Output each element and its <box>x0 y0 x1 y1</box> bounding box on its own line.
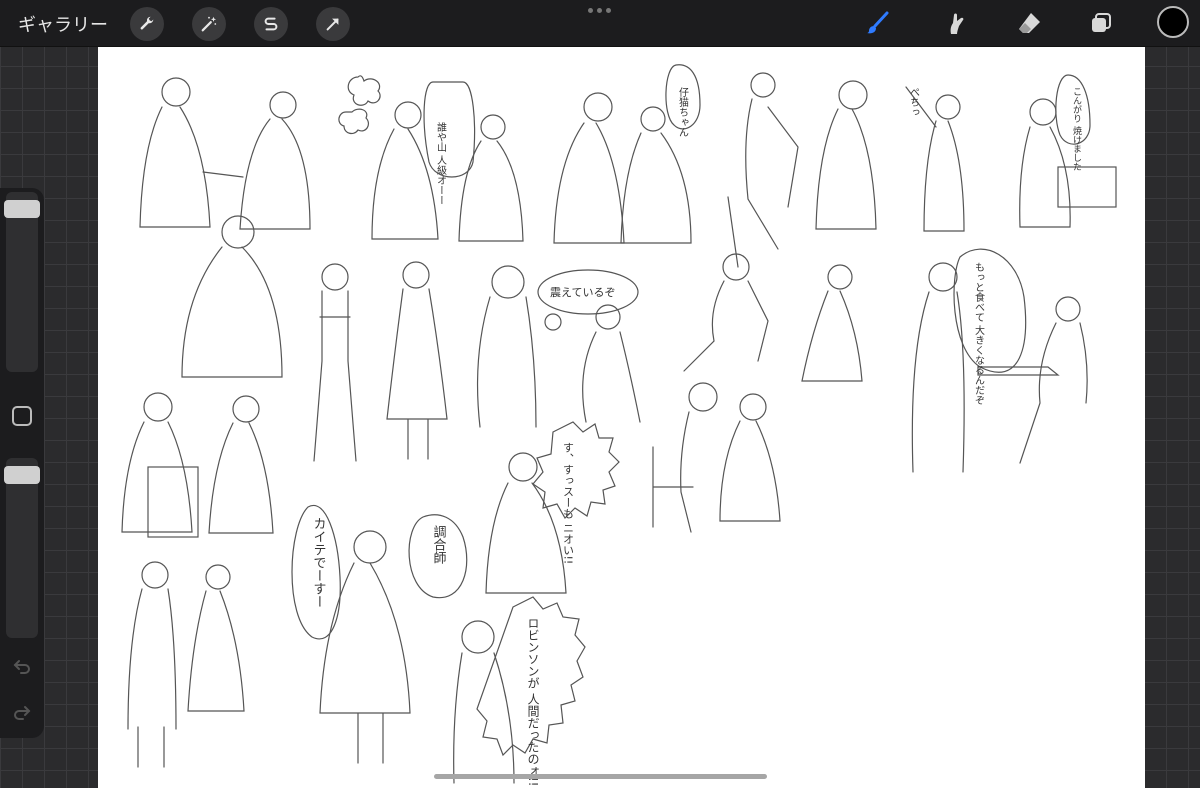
transform-button[interactable] <box>316 7 350 41</box>
sketch-couple-3 <box>553 92 692 244</box>
sketch-woman-flower <box>801 264 863 382</box>
modify-button[interactable] <box>12 406 32 426</box>
speech-bubble-text: 誰や山 人級オーー <box>435 121 447 205</box>
brush-tool-button[interactable] <box>861 8 895 38</box>
speech-bubble-text: こんがり 焼けました <box>1071 87 1082 171</box>
drag-handle[interactable] <box>588 8 611 13</box>
redo-icon <box>14 706 31 720</box>
speech-bubble-text: 仔猫ちゃん <box>677 87 689 137</box>
eraser-tool-button[interactable] <box>1012 8 1046 38</box>
sketch-figure-glasses <box>1019 98 1117 228</box>
color-picker-button[interactable] <box>1157 6 1189 38</box>
selection-button[interactable] <box>254 7 288 41</box>
speech-bubble-text: 震えているぞ <box>550 286 615 299</box>
speech-bubble-text: ぺちっ <box>908 87 920 117</box>
brush-size-slider-thumb[interactable] <box>4 200 40 219</box>
smudge-icon <box>950 13 964 34</box>
selection-s-icon <box>264 17 278 31</box>
left-sidebar <box>0 188 44 738</box>
handle-dot <box>597 8 602 13</box>
sketch-alchemist-girl <box>319 530 411 764</box>
gallery-button[interactable]: ギャラリー <box>18 11 108 37</box>
opacity-slider[interactable] <box>6 458 38 638</box>
layers-button[interactable] <box>1084 8 1118 38</box>
spiky-speech-bubble <box>532 421 620 519</box>
sketch-figure-sitting <box>745 72 799 250</box>
undo-button[interactable] <box>10 654 34 678</box>
sketch-hug <box>181 215 283 378</box>
home-indicator[interactable] <box>434 774 767 779</box>
speech-bubble-outline <box>953 248 1027 373</box>
top-toolbar: ギャラリー <box>0 0 1200 47</box>
adjustments-button[interactable] <box>192 7 226 41</box>
speech-bubble-text: もっと食べて 大きくなるんだぞ <box>973 262 985 405</box>
speech-bubble-outline <box>423 81 476 178</box>
undo-icon <box>13 660 30 674</box>
brush-size-slider[interactable] <box>6 192 38 372</box>
handle-dot <box>588 8 593 13</box>
sketch-couple-4 <box>815 80 965 232</box>
sketch-feeding-scene <box>911 262 1088 473</box>
sketch-couple-2 <box>371 101 524 242</box>
sketch-shocked-girl <box>453 620 515 784</box>
speech-bubble-text: す、すっスーも ニオい!! <box>562 442 575 565</box>
opacity-slider-thumb[interactable] <box>4 466 40 485</box>
sketch-couple-heart <box>121 392 274 538</box>
speech-bubble-text: カイテでーすー <box>311 517 326 608</box>
sketch-standing-woman <box>386 261 448 460</box>
speech-bubble-texts: 誰や山 人級オーー 仔猫ちゃん ぺちっ こんがり 焼けました 震えているぞ もっ… <box>311 87 1082 787</box>
sketch-kneeling-figure <box>683 196 769 372</box>
sketch-couple-bench <box>652 382 781 533</box>
brush-icon <box>867 11 889 34</box>
cloud-doodle <box>338 108 370 135</box>
layers-icon <box>1092 13 1111 32</box>
actions-button[interactable] <box>130 7 164 41</box>
sketch-standing-man <box>313 263 357 462</box>
drawing-canvas[interactable]: 誰や山 人級オーー 仔猫ちゃん ぺちっ こんがり 焼けました 震えているぞ もっ… <box>98 47 1145 788</box>
transform-arrow-icon <box>326 18 339 31</box>
smudge-tool-button[interactable] <box>938 8 972 38</box>
character-sketches <box>121 64 1117 784</box>
magic-wand-icon <box>201 16 217 32</box>
eraser-icon <box>1019 13 1040 33</box>
speech-bubble-text: ロビンソンが 人間だったのォ!! <box>526 617 540 786</box>
sketch-couple-1 <box>139 77 311 230</box>
sketch-artwork: 誰や山 人級オーー 仔猫ちゃん ぺちっ こんがり 焼けました 震えているぞ もっ… <box>121 64 1117 787</box>
sketch-couple-bottom-left <box>127 561 245 768</box>
redo-button[interactable] <box>10 700 34 724</box>
cloud-doodle <box>347 75 381 106</box>
wrench-icon <box>140 16 154 30</box>
speech-bubble-text: 調合師 <box>431 525 447 565</box>
handle-dot <box>606 8 611 13</box>
sketch-girl-cape <box>485 452 567 594</box>
